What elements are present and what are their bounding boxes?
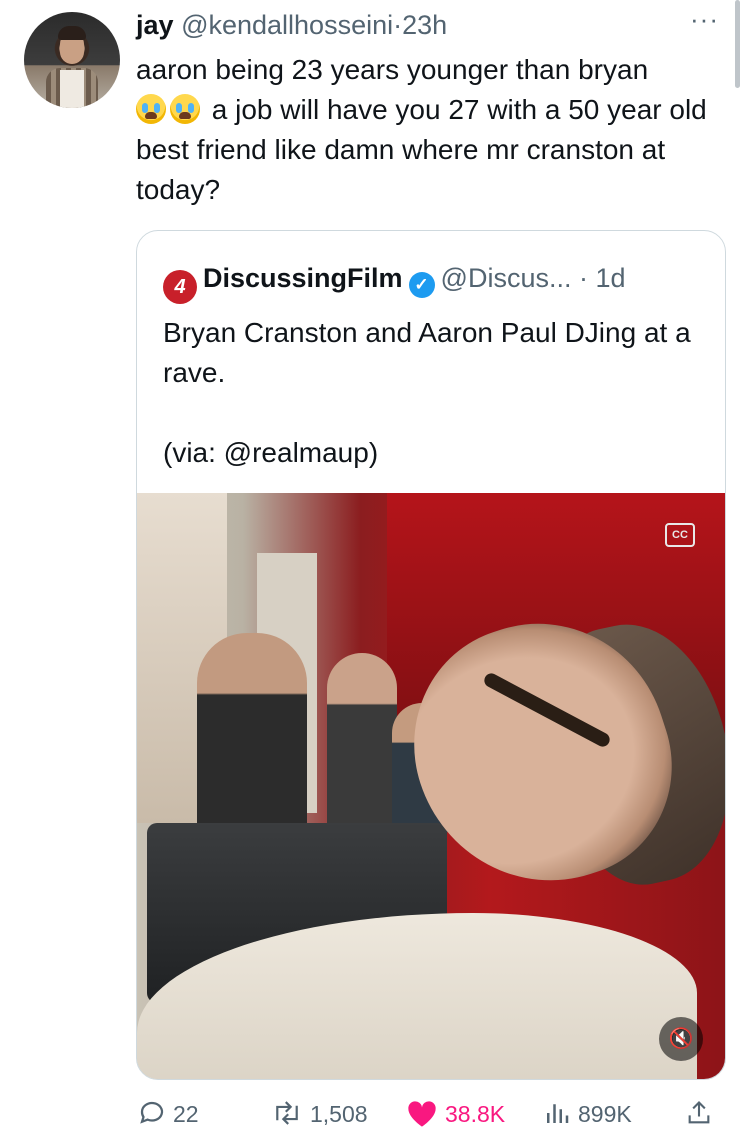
more-options-icon[interactable]: ··· — [690, 4, 719, 35]
repost-icon — [276, 1101, 298, 1125]
reply-count: 22 — [173, 1101, 199, 1127]
author-name[interactable]: jay — [136, 10, 174, 40]
tweet-text: aaron being 23 years younger than bryan … — [136, 50, 736, 210]
tweet-text-part1: aaron being 23 years younger than bryan — [136, 54, 649, 85]
share-icon — [688, 1101, 710, 1124]
muted-speaker-icon[interactable]: 🔇 — [659, 1017, 703, 1061]
quoted-text: Bryan Cranston and Aaron Paul DJing at a… — [163, 317, 691, 468]
loudly-crying-face-emoji-icon — [136, 94, 166, 124]
repost-count: 1,508 — [310, 1101, 368, 1127]
share-button[interactable] — [685, 1094, 719, 1134]
reply-button[interactable]: 22 — [137, 1094, 199, 1134]
quoted-time: 1d — [595, 263, 626, 293]
author-handle[interactable]: @kendallhosseini — [181, 10, 393, 40]
views-button[interactable]: 899K — [542, 1094, 632, 1134]
view-count: 899K — [578, 1101, 632, 1127]
loudly-crying-face-emoji-icon — [170, 94, 200, 124]
tweet-text-part2: a job will have you 27 with a 50 year ol… — [136, 94, 707, 205]
like-count: 38.8K — [445, 1101, 506, 1127]
quoted-avatar-logo: 4 — [163, 270, 197, 304]
tweet-time[interactable]: 23h — [402, 10, 447, 40]
closed-captions-icon[interactable]: CC — [665, 523, 695, 547]
like-button[interactable]: 38.8K — [405, 1094, 505, 1134]
quoted-author-name: DiscussingFilm — [203, 263, 403, 293]
heart-icon — [408, 1101, 436, 1127]
header-separator: · — [393, 10, 403, 40]
avatar[interactable] — [24, 12, 120, 108]
tweet-header: jay @kendallhosseini·23h — [136, 8, 447, 42]
quoted-video[interactable]: CC 🔇 — [137, 493, 725, 1079]
quoted-author-handle: @Discus... — [440, 263, 572, 293]
reply-icon — [140, 1101, 164, 1124]
verified-badge-icon: ✓ — [408, 272, 435, 298]
views-icon — [547, 1104, 569, 1123]
repost-button[interactable]: 1,508 — [270, 1094, 368, 1134]
quoted-header: 4 DiscussingFilm ✓ @Discus... · 1d — [163, 261, 626, 304]
quoted-tweet[interactable]: 4 DiscussingFilm ✓ @Discus... · 1d Bryan Cr… — [136, 230, 726, 1080]
quoted-separator: · — [579, 263, 588, 293]
action-bar: 22 1,508 38.8K 899K — [0, 1094, 750, 1134]
